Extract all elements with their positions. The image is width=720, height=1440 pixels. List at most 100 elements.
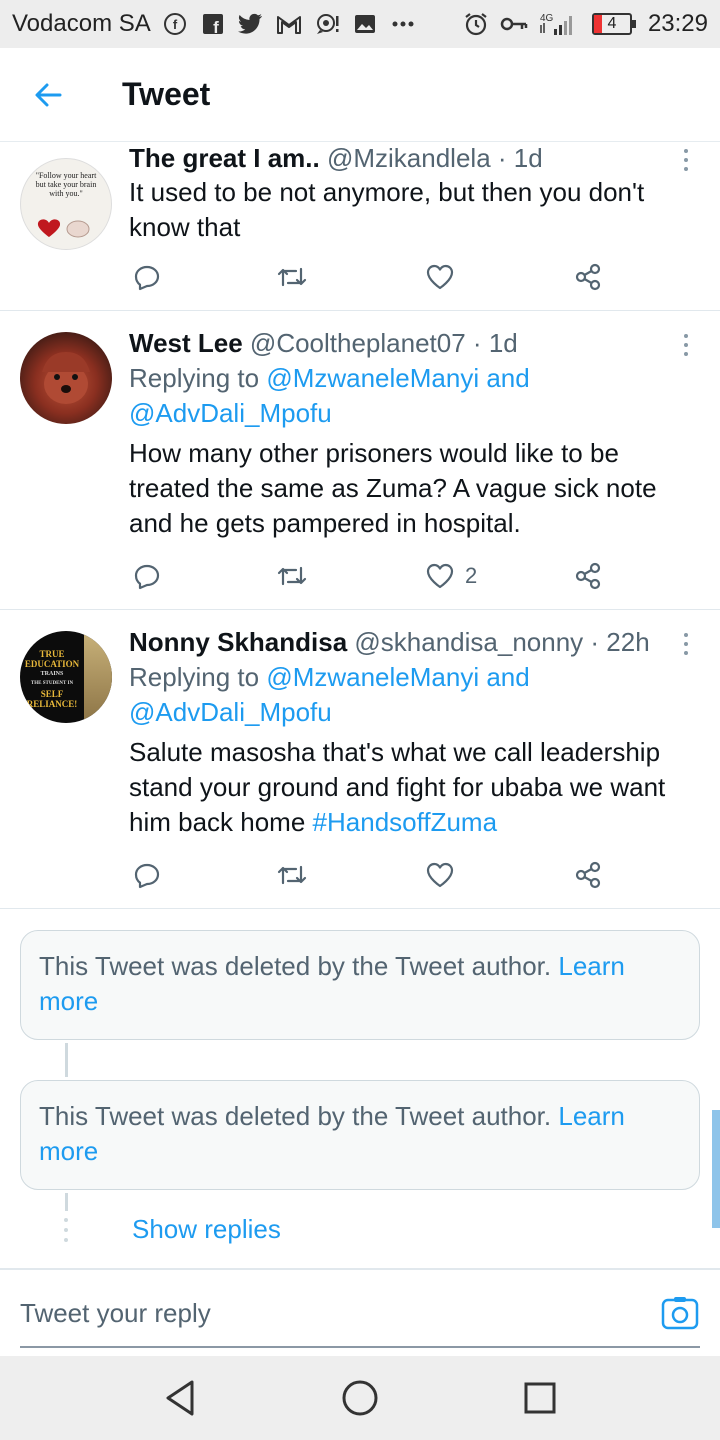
- tweet-header: Nonny Skhandisa @skhandisa_nonny · 22h: [129, 627, 650, 657]
- home-circle-icon: [342, 1380, 378, 1416]
- system-back-button[interactable]: [160, 1378, 200, 1418]
- like-button[interactable]: [425, 257, 465, 297]
- retweet-button[interactable]: [275, 257, 309, 297]
- replying-to: Replying to @MzwaneleManyi and @AdvDali_M…: [129, 363, 530, 428]
- avatar[interactable]: "Follow your heart but take your brain w…: [20, 158, 112, 250]
- gallery-icon: [351, 10, 379, 38]
- system-recents-button[interactable]: [520, 1378, 560, 1418]
- camera-icon: [661, 1297, 699, 1330]
- display-name[interactable]: The great I am..: [129, 143, 320, 173]
- page-title: Tweet: [122, 76, 211, 112]
- share-button[interactable]: [573, 855, 603, 895]
- dog-photo-icon: [42, 352, 90, 404]
- retweet-icon: [277, 865, 307, 885]
- tweet-actions: [129, 855, 609, 895]
- retweet-button[interactable]: [275, 855, 309, 895]
- top-app-bar: Tweet: [0, 48, 720, 142]
- gmail-icon: [275, 10, 303, 38]
- like-button[interactable]: [425, 855, 465, 895]
- deleted-tweet-notice: This Tweet was deleted by the Tweet auth…: [20, 930, 700, 1040]
- tweet-actions: 2: [129, 556, 609, 596]
- retweet-button[interactable]: [275, 556, 309, 596]
- chat-icon: [313, 10, 341, 38]
- thread-dots: [63, 1218, 69, 1242]
- heart-brain-icon: [37, 219, 90, 238]
- tweet[interactable]: "Follow your heart but take your brain w…: [0, 143, 720, 311]
- share-icon: [575, 861, 601, 889]
- tweet[interactable]: TRUE EDUCATION TRAINS THE STUDENT IN SEL…: [0, 610, 720, 909]
- status-bar: Vodacom SA f f 4G 4 23:29: [0, 0, 720, 48]
- tweet-text: How many other prisoners would like to b…: [129, 438, 657, 538]
- facebook-circle-icon: f: [161, 10, 189, 38]
- reply-icon: [134, 564, 160, 590]
- avatar[interactable]: [20, 332, 112, 424]
- reply-button[interactable]: [133, 556, 161, 596]
- share-icon: [575, 263, 601, 291]
- battery-indicator: 4: [591, 13, 636, 35]
- mention-link[interactable]: @AdvDali_Mpofu: [129, 398, 332, 428]
- back-triangle-icon: [166, 1380, 194, 1416]
- like-count: 2: [465, 563, 478, 588]
- username[interactable]: @skhandisa_nonny: [354, 627, 583, 657]
- reply-composer: Tweet your reply: [0, 1268, 720, 1358]
- mention-link[interactable]: @MzwaneleManyi: [266, 363, 479, 393]
- back-button[interactable]: [0, 48, 96, 142]
- facebook-icon: f: [199, 10, 227, 38]
- reply-button[interactable]: [133, 855, 161, 895]
- scrollbar[interactable]: [712, 1110, 720, 1228]
- tweet-menu-button[interactable]: [678, 330, 694, 360]
- tweet-header: The great I am.. @Mzikandlela · 1d: [129, 143, 543, 173]
- tweet-header: West Lee @Cooltheplanet07 · 1d: [129, 328, 518, 358]
- reply-button[interactable]: [133, 257, 161, 297]
- recents-square-icon: [524, 1382, 556, 1414]
- show-replies-link[interactable]: Show replies: [132, 1212, 281, 1247]
- tweet-actions: [129, 257, 609, 297]
- retweet-icon: [277, 267, 307, 287]
- hashtag-link[interactable]: #HandsoffZuma: [313, 807, 498, 837]
- signal-icon: 4G: [538, 10, 582, 38]
- clock: 23:29: [647, 10, 708, 37]
- display-name[interactable]: Nonny Skhandisa: [129, 627, 347, 657]
- timestamp: 22h: [606, 627, 650, 657]
- display-name[interactable]: West Lee: [129, 328, 243, 358]
- tweet-text: It used to be not anymore, but then you …: [129, 177, 645, 242]
- reply-input[interactable]: Tweet your reply: [20, 1270, 620, 1356]
- thread-connector: [65, 1193, 68, 1211]
- camera-button[interactable]: [660, 1294, 700, 1334]
- mention-link[interactable]: @AdvDali_Mpofu: [129, 697, 332, 727]
- deleted-text: This Tweet was deleted by the Tweet auth…: [39, 1101, 559, 1131]
- share-button[interactable]: [573, 556, 603, 596]
- timestamp: 1d: [513, 143, 543, 173]
- svg-text:4G: 4G: [540, 13, 554, 24]
- username[interactable]: @Mzikandlela: [327, 143, 491, 173]
- share-icon: [575, 562, 601, 590]
- timestamp: 1d: [488, 328, 518, 358]
- tweet-menu-button[interactable]: [678, 145, 694, 175]
- thread-connector: [65, 1043, 68, 1077]
- deleted-text: This Tweet was deleted by the Tweet auth…: [39, 951, 559, 981]
- more-notifications-icon: [389, 10, 417, 38]
- system-navigation-bar: [0, 1356, 720, 1440]
- username[interactable]: @Cooltheplanet07: [250, 328, 466, 358]
- reply-icon: [134, 265, 160, 291]
- tweet-text: Salute masosha that's what we call leade…: [129, 737, 666, 837]
- heart-icon: [426, 563, 454, 589]
- avatar-poster-text: TRUE EDUCATION TRAINS THE STUDENT IN SEL…: [24, 649, 80, 709]
- carrier-name: Vodacom SA: [12, 10, 151, 37]
- svg-text:f: f: [213, 18, 219, 36]
- share-button[interactable]: [573, 257, 603, 297]
- tweet[interactable]: West Lee @Cooltheplanet07 · 1d Replying …: [0, 311, 720, 610]
- deleted-tweet-notice: This Tweet was deleted by the Tweet auth…: [20, 1080, 700, 1190]
- heart-icon: [426, 264, 454, 290]
- twitter-icon: [237, 10, 265, 38]
- svg-text:f: f: [173, 17, 178, 32]
- reply-icon: [134, 863, 160, 889]
- like-button[interactable]: 2: [425, 556, 477, 596]
- back-arrow-icon: [35, 83, 62, 106]
- mention-link[interactable]: @MzwaneleManyi: [266, 662, 479, 692]
- system-home-button[interactable]: [340, 1378, 380, 1418]
- reply-input-underline: [20, 1346, 700, 1348]
- tweet-menu-button[interactable]: [678, 629, 694, 659]
- avatar[interactable]: TRUE EDUCATION TRAINS THE STUDENT IN SEL…: [20, 631, 112, 723]
- retweet-icon: [277, 566, 307, 586]
